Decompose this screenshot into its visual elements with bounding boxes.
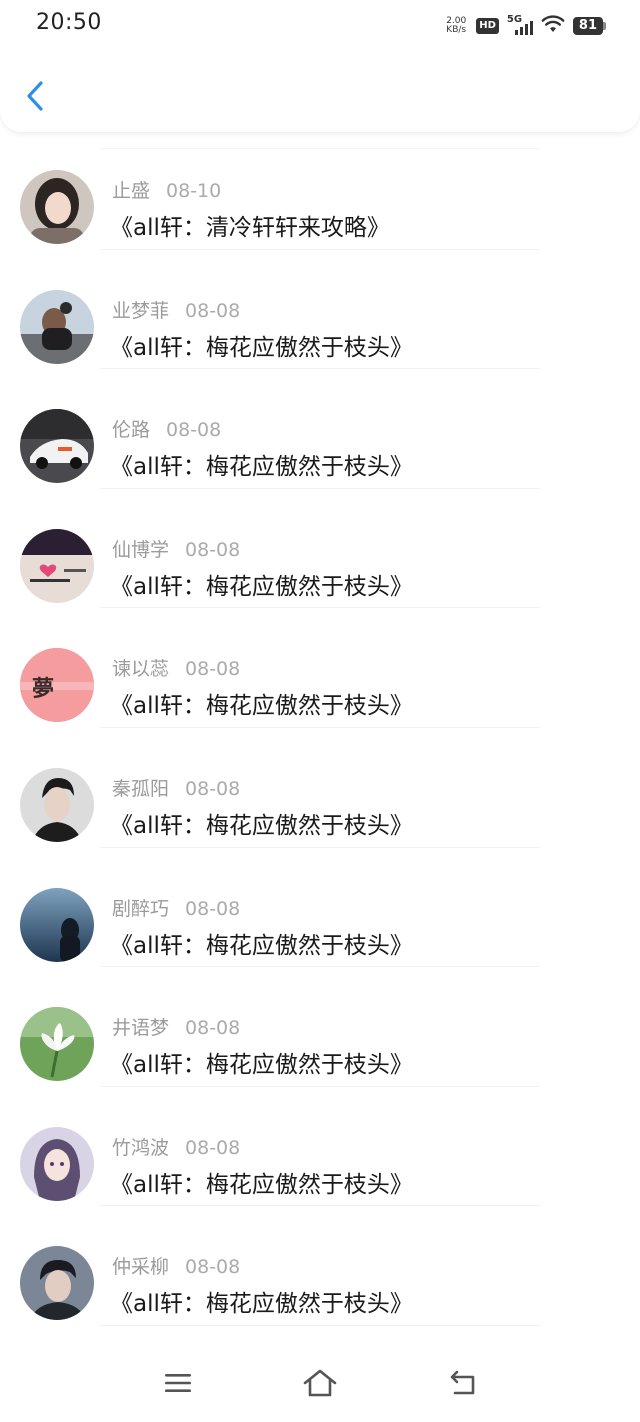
home-button[interactable] [300,1366,340,1400]
item-meta: 止盛 08-10 [112,176,221,203]
post-date: 08-08 [185,538,241,561]
author-name: 止盛 [112,180,151,202]
article-title: 《all轩：梅花应傲然于枝头》 [110,932,413,959]
post-date: 08-08 [185,658,241,681]
item-meta: 井语梦 08-08 [112,1013,240,1040]
list-item[interactable]: 竹鸿波 08-08 《all轩：梅花应傲然于枝头》 [0,1087,640,1207]
author-name: 井语梦 [112,1017,170,1040]
article-list: 止盛 08-10 《all轩：清冷轩轩来攻略》 业梦菲 08-08 《all轩：梅花… [0,130,640,1326]
battery-icon: 81 [572,17,606,35]
article-title: 《all轩：清冷轩轩来攻略》 [110,215,390,241]
list-item[interactable]: 井语梦 08-08 《all轩：梅花应傲然于枝头》 [0,967,640,1087]
item-meta: 竹鸿波 08-08 [112,1133,240,1160]
article-title: 《all轩：梅花应傲然于枝头》 [110,334,413,361]
avatar[interactable]: 夢 [20,648,94,723]
network-speed-unit: KB/s [446,25,467,35]
back-button[interactable] [18,76,52,116]
avatar[interactable] [20,528,94,603]
avatar[interactable] [20,887,94,962]
article-title: 《all轩：梅花应傲然于枝头》 [110,1052,413,1079]
avatar[interactable] [20,1246,94,1321]
system-back-button[interactable] [442,1366,482,1400]
back-icon [450,1370,475,1395]
post-date: 08-08 [185,299,241,322]
article-title: 《all轩：梅花应傲然于枝头》 [110,1171,413,1198]
author-name: 仲采柳 [112,1256,170,1279]
item-meta: 秦孤阳 08-08 [112,774,240,801]
post-date: 08-10 [166,180,222,202]
avatar[interactable] [20,767,94,842]
cellular-signal-icon: 5G [507,15,533,37]
list-item[interactable]: 仲采柳 08-08 《all轩：梅花应傲然于枝头》 [0,1206,640,1326]
list-item[interactable]: 秦孤阳 08-08 《all轩：梅花应傲然于枝头》 [0,728,640,848]
post-date: 08-08 [185,1256,241,1279]
status-icons: 2.00 KB/s HD 5G 81 [446,14,606,38]
network-speed: 2.00 KB/s [446,17,466,35]
home-icon [303,1369,337,1397]
article-title: 《all轩：梅花应傲然于枝头》 [110,812,413,839]
item-meta: 剧醉巧 08-08 [112,894,240,921]
avatar[interactable] [20,289,94,364]
app-header [0,52,640,132]
avatar[interactable] [20,1126,94,1201]
list-item[interactable]: 仙博学 08-08 《all轩：梅花应傲然于枝头》 [0,489,640,609]
item-meta: 谏以蕊 08-08 [112,654,240,681]
menu-button[interactable] [158,1366,198,1400]
list-item[interactable]: 夢 谏以蕊 08-08 《all轩：梅花应傲然于枝头》 [0,608,640,728]
author-name: 秦孤阳 [112,777,170,800]
avatar-text: 夢 [32,677,54,702]
post-date: 08-08 [166,419,222,442]
avatar[interactable] [20,1007,94,1082]
system-navigation-bar [0,1344,640,1422]
avatar[interactable] [20,409,94,484]
avatar[interactable] [20,170,94,244]
post-date: 08-08 [185,897,241,920]
list-item[interactable]: 业梦菲 08-08 《all轩：梅花应傲然于枝头》 [0,250,640,370]
list-item[interactable]: 伦路 08-08 《all轩：梅花应傲然于枝头》 [0,369,640,489]
author-name: 剧醉巧 [112,897,170,920]
item-meta: 仲采柳 08-08 [112,1252,240,1279]
article-title: 《all轩：梅花应傲然于枝头》 [110,693,413,720]
status-bar: 20:50 2.00 KB/s HD 5G 81 [0,0,640,52]
article-title: 《all轩：梅花应傲然于枝头》 [110,573,413,600]
hd-badge: HD [476,18,499,34]
item-meta: 伦路 08-08 [112,415,221,442]
post-date: 08-08 [185,777,241,800]
wifi-icon [541,15,565,37]
article-title: 《all轩：梅花应傲然于枝头》 [110,454,413,481]
item-meta: 业梦菲 08-08 [112,296,240,323]
item-meta: 仙博学 08-08 [112,535,240,562]
author-name: 伦路 [112,419,151,442]
author-name: 业梦菲 [112,299,170,322]
menu-icon [165,1374,191,1392]
article-title: 《all轩：梅花应傲然于枝头》 [110,1291,413,1318]
author-name: 仙博学 [112,538,170,561]
battery-level: 81 [572,17,603,35]
author-name: 谏以蕊 [112,658,170,681]
chevron-left-icon [27,81,43,111]
post-date: 08-08 [185,1136,241,1159]
list-item[interactable]: 止盛 08-10 《all轩：清冷轩轩来攻略》 [0,130,640,250]
author-name: 竹鸿波 [112,1136,170,1159]
status-time: 20:50 [36,10,102,35]
list-item[interactable]: 剧醉巧 08-08 《all轩：梅花应傲然于枝头》 [0,848,640,968]
post-date: 08-08 [185,1017,241,1040]
